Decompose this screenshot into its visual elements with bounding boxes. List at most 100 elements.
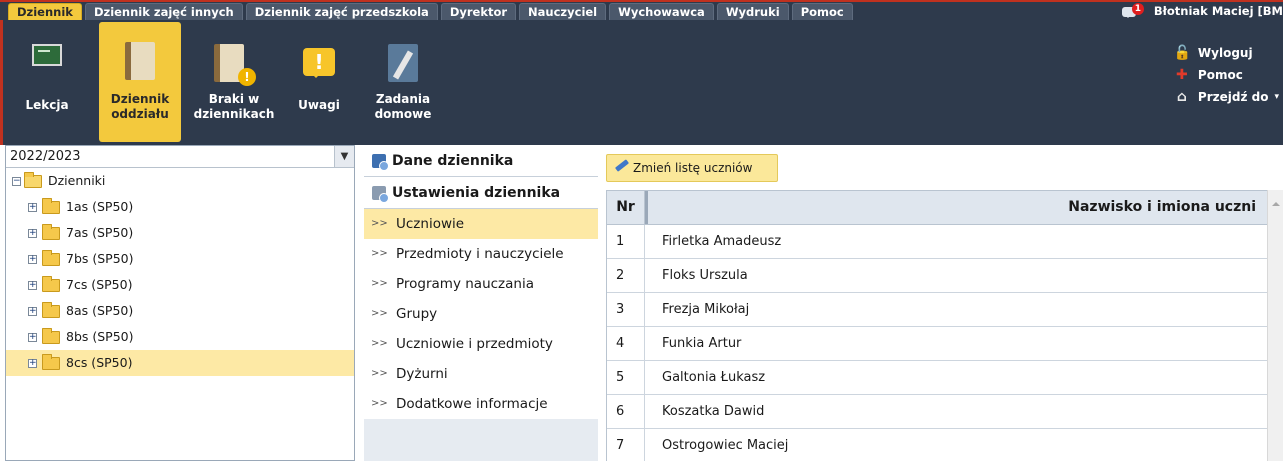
- user-name[interactable]: Błotniak Maciej [BM: [1154, 4, 1283, 18]
- change-students-list-button[interactable]: Zmień listę uczniów: [606, 154, 778, 182]
- expand-icon[interactable]: +: [28, 359, 37, 368]
- folder-icon: [42, 250, 60, 266]
- folder-icon: [42, 328, 60, 344]
- cell-name: Firletka Amadeusz: [662, 234, 782, 249]
- homework-icon: [388, 44, 418, 82]
- double-chevron-right-icon: >>: [371, 308, 388, 319]
- tree-item-label: 8as (SP50): [66, 303, 134, 318]
- lekcja-button[interactable]: Lekcja: [11, 20, 83, 144]
- column-header-name[interactable]: Nazwisko i imiona uczni: [645, 191, 1256, 224]
- tab-wychowawca[interactable]: Wychowawca: [609, 3, 714, 20]
- tree-item-7as[interactable]: + 7as (SP50): [6, 220, 354, 246]
- double-chevron-right-icon: >>: [371, 278, 388, 289]
- chevron-down-icon[interactable]: ▼: [334, 146, 354, 167]
- table-row[interactable]: 7 Ostrogowiec Maciej: [607, 429, 1283, 461]
- zadania-domowe-button[interactable]: Zadania domowe: [371, 20, 435, 144]
- help-label: Pomoc: [1197, 68, 1243, 82]
- students-table: Nr Nazwisko i imiona uczni 1 Firletka Ama…: [606, 190, 1283, 461]
- help-link[interactable]: ✚ Pomoc: [1174, 64, 1279, 86]
- tab-dziennik[interactable]: Dziennik: [8, 3, 82, 20]
- tree-item-8as[interactable]: + 8as (SP50): [6, 298, 354, 324]
- open-folder-icon: [24, 172, 42, 188]
- school-year-select[interactable]: 2022/2023 ▼: [6, 146, 354, 168]
- journals-tree: − Dzienniki + 1as (SP50) + 7as (SP50) + …: [6, 168, 354, 376]
- nav-item-label: Grupy: [396, 306, 438, 322]
- cell-nr: 7: [607, 429, 645, 461]
- double-chevron-right-icon: >>: [371, 338, 388, 349]
- table-row[interactable]: 4 Funkia Artur: [607, 327, 1283, 361]
- scroll-up-icon[interactable]: [1272, 198, 1280, 206]
- dziennik-oddzialu-button[interactable]: Dziennik oddziału: [99, 22, 181, 142]
- dane-dziennika-header[interactable]: Dane dziennika: [364, 145, 598, 177]
- expand-icon[interactable]: +: [28, 307, 37, 316]
- logout-link[interactable]: 🔓 Wyloguj: [1174, 42, 1279, 64]
- tab-dyrektor[interactable]: Dyrektor: [440, 3, 517, 20]
- folder-icon: [42, 198, 60, 214]
- tree-item-8cs[interactable]: + 8cs (SP50): [6, 350, 354, 376]
- nav-item-dodatkowe[interactable]: >> Dodatkowe informacje: [364, 389, 598, 419]
- nav-item-programy[interactable]: >> Programy nauczania: [364, 269, 598, 299]
- cell-name: Floks Urszula: [662, 268, 748, 283]
- tree-item-label: 7cs (SP50): [66, 277, 133, 292]
- braki-w-dziennikach-button[interactable]: ! Braki w dziennikach: [191, 20, 277, 144]
- messages-icon[interactable]: 1: [1121, 3, 1144, 19]
- folder-icon: [42, 224, 60, 240]
- tree-item-label: 7bs (SP50): [66, 251, 134, 266]
- tree-item-8bs[interactable]: + 8bs (SP50): [6, 324, 354, 350]
- cell-name: Frezja Mikołaj: [662, 302, 750, 317]
- nav-item-przedmioty[interactable]: >> Przedmioty i nauczyciele: [364, 239, 598, 269]
- expand-icon[interactable]: +: [28, 281, 37, 290]
- expand-icon[interactable]: +: [28, 255, 37, 264]
- tab-dziennik-zajec-innych[interactable]: Dziennik zajęć innych: [84, 3, 243, 20]
- school-year-value: 2022/2023: [10, 149, 81, 164]
- module-toolbar: Lekcja Dziennik oddziału ! Braki w dzien…: [0, 20, 1283, 145]
- expand-icon[interactable]: +: [28, 229, 37, 238]
- cell-nr: 1: [607, 225, 645, 258]
- goto-link[interactable]: ⌂ Przejdź do ▾: [1174, 86, 1279, 108]
- table-scrollbar[interactable]: [1267, 190, 1283, 461]
- tab-nauczyciel[interactable]: Nauczyciel: [519, 3, 607, 20]
- cell-name: Ostrogowiec Maciej: [662, 438, 789, 453]
- ustawienia-dziennika-label: Ustawienia dziennika: [392, 185, 561, 201]
- nav-item-uczniowie-przedmioty[interactable]: >> Uczniowie i przedmioty: [364, 329, 598, 359]
- table-row[interactable]: 1 Firletka Amadeusz: [607, 225, 1283, 259]
- tab-pomoc[interactable]: Pomoc: [791, 3, 853, 20]
- expand-icon[interactable]: +: [28, 203, 37, 212]
- nav-item-grupy[interactable]: >> Grupy: [364, 299, 598, 329]
- table-row[interactable]: 2 Floks Urszula: [607, 259, 1283, 293]
- nav-item-dyzurni[interactable]: >> Dyżurni: [364, 359, 598, 389]
- cell-name: Galtonia Łukasz: [662, 370, 766, 385]
- nav-item-label: Dyżurni: [396, 366, 448, 382]
- table-row[interactable]: 3 Frezja Mikołaj: [607, 293, 1283, 327]
- settings-icon: [372, 186, 389, 203]
- journal-missing-icon: !: [214, 44, 256, 88]
- ustawienia-dziennika-header[interactable]: Ustawienia dziennika: [364, 177, 598, 209]
- pencil-icon: [614, 159, 630, 172]
- table-row[interactable]: 5 Galtonia Łukasz: [607, 361, 1283, 395]
- info-icon: [372, 154, 389, 171]
- cell-name: Funkia Artur: [662, 336, 742, 351]
- tree-item-1as[interactable]: + 1as (SP50): [6, 194, 354, 220]
- nav-item-label: Dodatkowe informacje: [396, 396, 548, 412]
- double-chevron-right-icon: >>: [371, 398, 388, 409]
- expand-icon[interactable]: +: [28, 333, 37, 342]
- lifebuoy-icon: ✚: [1176, 67, 1188, 83]
- nav-item-uczniowie[interactable]: >> Uczniowie: [364, 209, 598, 239]
- table-header: Nr Nazwisko i imiona uczni: [607, 191, 1283, 225]
- tree-item-label: 8bs (SP50): [66, 329, 134, 344]
- tree-root[interactable]: − Dzienniki: [6, 168, 354, 194]
- tab-wydruki[interactable]: Wydruki: [716, 3, 789, 20]
- uwagi-button[interactable]: ! Uwagi: [291, 20, 347, 144]
- double-chevron-right-icon: >>: [371, 248, 388, 259]
- collapse-icon[interactable]: −: [12, 177, 21, 186]
- tree-item-7cs[interactable]: + 7cs (SP50): [6, 272, 354, 298]
- nav-item-label: Uczniowie: [396, 216, 465, 232]
- quick-links: 🔓 Wyloguj ✚ Pomoc ⌂ Przejdź do ▾: [1174, 42, 1279, 108]
- column-header-nr[interactable]: Nr: [607, 191, 645, 224]
- uwagi-label: Uwagi: [298, 98, 340, 112]
- table-row[interactable]: 6 Koszatka Dawid: [607, 395, 1283, 429]
- tab-dziennik-zajec-przedszkola[interactable]: Dziennik zajęć przedszkola: [245, 3, 438, 20]
- braki-label-2: dziennikach: [193, 107, 275, 121]
- tree-item-label: 7as (SP50): [66, 225, 134, 240]
- tree-item-7bs[interactable]: + 7bs (SP50): [6, 246, 354, 272]
